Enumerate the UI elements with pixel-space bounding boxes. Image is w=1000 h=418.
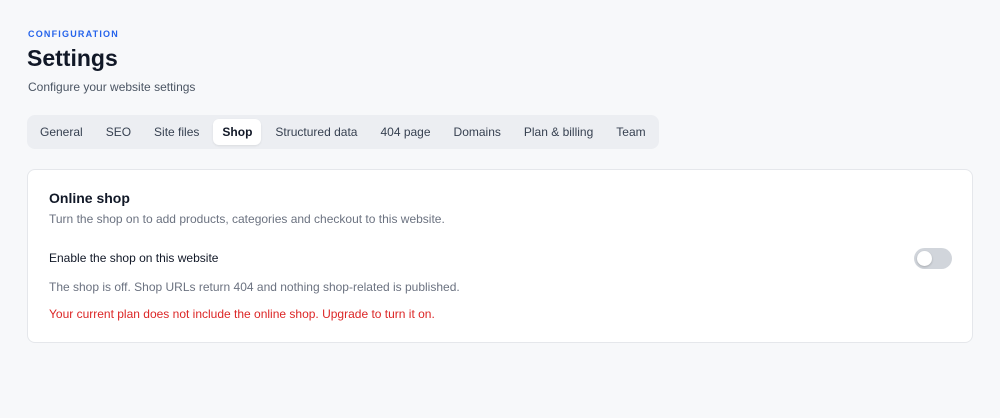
tab-structured-data[interactable]: Structured data <box>266 119 366 145</box>
tab-domains[interactable]: Domains <box>445 119 510 145</box>
page-title: Settings <box>27 45 118 71</box>
online-shop-card: Online shop Turn the shop on to add prod… <box>27 169 973 343</box>
page-subtitle: Configure your website settings <box>28 80 196 94</box>
settings-page: CONFIGURATION Settings Configure your we… <box>0 0 1000 418</box>
card-description: Turn the shop on to add products, catego… <box>49 212 445 226</box>
settings-tabs: General SEO Site files Shop Structured d… <box>27 115 659 149</box>
tab-seo[interactable]: SEO <box>97 119 140 145</box>
card-title: Online shop <box>49 190 130 206</box>
tab-plan-billing[interactable]: Plan & billing <box>515 119 602 145</box>
enable-shop-label: Enable the shop on this website <box>49 251 219 265</box>
toggle-knob <box>917 251 932 266</box>
tab-team[interactable]: Team <box>607 119 654 145</box>
tab-general[interactable]: General <box>31 119 92 145</box>
plan-warning-text: Your current plan does not include the o… <box>49 307 435 321</box>
tab-shop[interactable]: Shop <box>213 119 262 145</box>
enable-shop-toggle[interactable] <box>914 248 952 269</box>
tab-site-files[interactable]: Site files <box>145 119 208 145</box>
tab-404-page[interactable]: 404 page <box>371 119 439 145</box>
shop-status-text: The shop is off. Shop URLs return 404 an… <box>49 280 460 294</box>
section-eyebrow: CONFIGURATION <box>28 29 119 39</box>
